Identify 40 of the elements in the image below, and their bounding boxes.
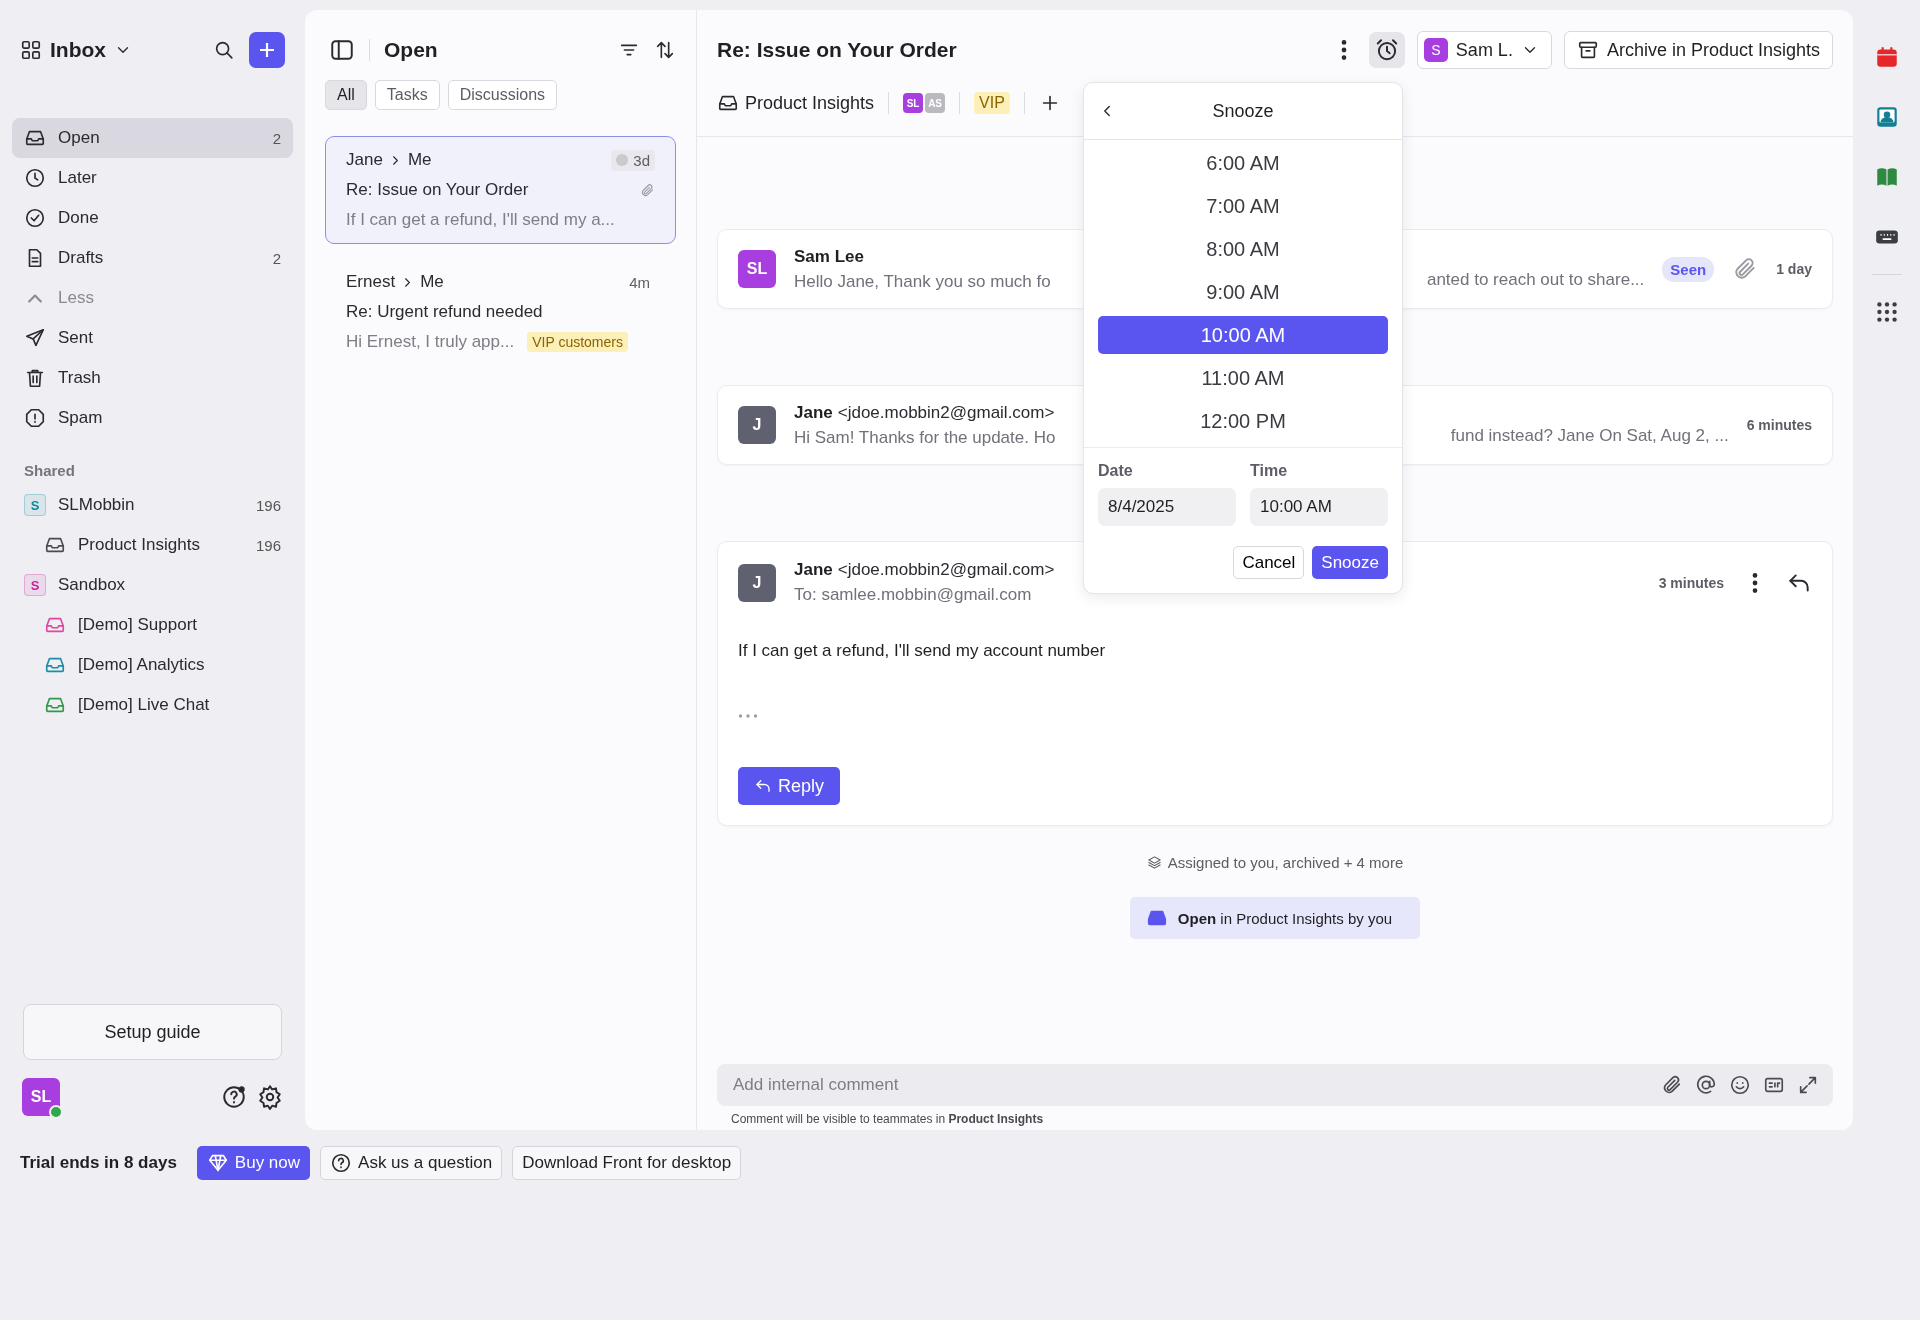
seen-badge: Seen — [1662, 256, 1715, 282]
conversation-subject: Re: Issue on Your Order — [346, 180, 529, 200]
message-preview: Hi Sam! Thanks for the update. Ho — [794, 427, 1057, 448]
popover-title: Snooze — [1212, 100, 1274, 122]
sender-name: Sam Lee — [794, 246, 864, 267]
message-preview: anted to reach out to share... — [1426, 270, 1645, 290]
sender-name: Jane — [346, 150, 383, 170]
message-preview: Hello Jane, Thank you so much fo — [794, 271, 1052, 292]
recipient-name: Me — [407, 150, 432, 170]
conversation-title: Re: Issue on Your Order — [717, 38, 957, 62]
sender-avatar: J — [738, 563, 776, 602]
section-label: Shared — [23, 461, 76, 481]
list-title: Open — [384, 38, 438, 62]
field-label: Date — [1098, 462, 1134, 480]
workspace-badge: S — [24, 574, 46, 596]
conversation-subject: Re: Urgent refund needed — [346, 302, 543, 322]
sender-avatar: SL — [738, 250, 776, 288]
conversation-preview: Hi Ernest, I truly app... — [346, 332, 515, 352]
conversation-preview: If I can get a refund, I'll send my a... — [346, 210, 615, 230]
recipient-address: To: samlee.mobbin@gmail.com — [794, 585, 1033, 605]
comment-note: Comment will be visible to teammates in Product Insights — [730, 1111, 1045, 1128]
sender-name: Jane — [794, 402, 833, 423]
message-body: If I can get a refund, I'll send my account number — [738, 641, 1107, 661]
message-time: 1 day — [1776, 261, 1812, 277]
message-time: 3 minutes — [1658, 574, 1724, 591]
message-time: 6 minutes — [1746, 417, 1812, 433]
field-label: Time — [1250, 462, 1289, 480]
recipient-name: Me — [420, 272, 444, 292]
conversation-time: 4m — [628, 272, 651, 293]
status-text: Open in Product Insights by you — [1177, 909, 1393, 927]
conversation-time: 3d — [611, 149, 655, 171]
message-preview: fund instead? Jane On Sat, Aug 2, ... — [1450, 426, 1729, 446]
sender-avatar: J — [738, 406, 776, 444]
trial-notice: Trial ends in 8 days — [20, 1153, 177, 1173]
sender-name: Ernest — [346, 272, 396, 292]
tag-label: VIP customers — [527, 332, 628, 352]
sender-email: <jdoe.mobbin2@gmail.com> — [837, 560, 1055, 580]
workspace-badge: S — [24, 494, 46, 516]
sender-name: Jane — [794, 560, 833, 580]
sender-email: <jdoe.mobbin2@gmail.com> — [837, 402, 1055, 423]
